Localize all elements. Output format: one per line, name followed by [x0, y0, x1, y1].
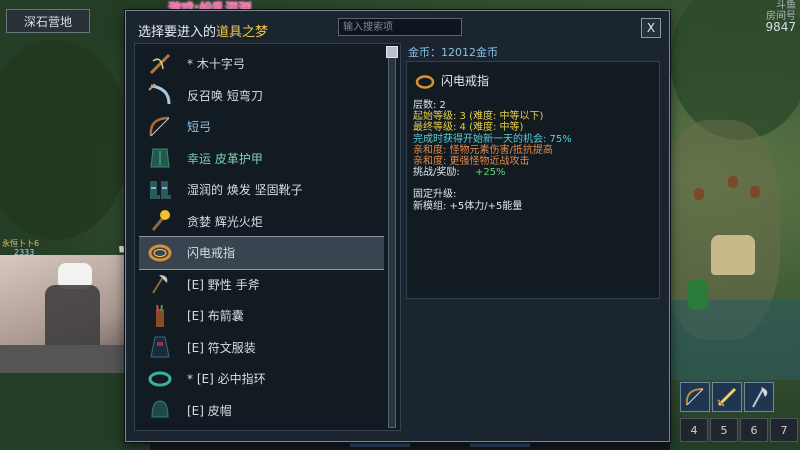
detail-title: 闪电戒指	[441, 74, 490, 88]
detail-line: 最终等级: 4 (难度: 中等)	[413, 122, 524, 134]
pot-icon	[728, 176, 738, 188]
item-label: 贪婪 辉光火炬	[187, 214, 263, 229]
leather-armor-icon	[147, 145, 173, 171]
hotkey-7[interactable]: 7	[770, 418, 798, 442]
item-label: * [E] 必中指环	[187, 372, 266, 387]
rune-cloak-icon	[147, 334, 173, 360]
stats-number: 9847	[765, 20, 796, 34]
dialog-title: 选择要进入的道具之梦	[138, 21, 268, 40]
list-item[interactable]: [E] 皮帽	[139, 395, 384, 427]
list-item[interactable]: * 木十字弓	[139, 48, 384, 80]
list-scrollbar[interactable]	[388, 54, 396, 428]
torch-icon	[147, 208, 173, 234]
sword-icon[interactable]	[712, 382, 742, 412]
crossbow-icon	[147, 51, 173, 77]
item-label: 幸运 皮革护甲	[187, 151, 263, 166]
title-highlight: 道具之梦	[216, 25, 269, 40]
zone-button[interactable]: 深石营地	[6, 9, 90, 33]
item-dream-dialog: 选择要进入的道具之梦 X * 木十字弓 反召唤 短弯刀 短弓	[125, 10, 670, 442]
detail-line: 挑战/奖励: +25%	[413, 167, 572, 178]
ring-icon	[415, 72, 435, 92]
hotkey-4[interactable]: 4	[680, 418, 708, 442]
item-label: 短弓	[187, 120, 212, 135]
pot-icon	[750, 186, 760, 198]
list-item[interactable]: [E] 野性 手斧	[139, 269, 384, 301]
gold-display: 金币：12012金币	[408, 46, 498, 59]
list-item[interactable]: 反召唤 短弯刀	[139, 80, 384, 112]
item-list-panel: * 木十字弓 反召唤 短弯刀 短弓 幸运 皮革护甲 湿润的 焕发 坚固靴子 贪婪…	[134, 43, 401, 431]
hand-axe-icon	[147, 271, 173, 297]
detail-line: 固定升级:	[413, 189, 457, 201]
detail-line: 层数: 2	[413, 100, 446, 111]
item-label: 闪电戒指	[187, 246, 236, 261]
hotbar: 4 5 6 7	[672, 382, 800, 450]
desk	[0, 345, 130, 373]
title-prefix: 选择要进入的	[138, 25, 217, 40]
detail-spacer	[413, 178, 572, 189]
detail-line: 起始等级: 3 (难度: 中等以下)	[413, 111, 544, 123]
detail-line: 新模组: +5体力/+5能量	[413, 200, 523, 212]
list-item[interactable]: * [E] 必中指环	[139, 363, 384, 395]
list-item[interactable]: [E] 布箭囊	[139, 300, 384, 332]
npc-character	[688, 280, 708, 310]
list-item-selected[interactable]: 闪电戒指	[139, 236, 384, 270]
stats-label: 斗鱼	[776, 0, 796, 11]
hotkey-6[interactable]: 6	[740, 418, 768, 442]
item-label: [E] 符文服装	[187, 340, 256, 355]
challenge-bonus: +25%	[474, 167, 506, 179]
list-item[interactable]: [E] 符文服装	[139, 332, 384, 364]
item-label: 湿润的 焕发 坚固靴子	[187, 183, 303, 198]
search-input[interactable]	[338, 18, 462, 36]
scimitar-icon	[147, 82, 173, 108]
item-label: 反召唤 短弯刀	[187, 88, 263, 103]
detail-line: 完成时获得开始新一天的机会: 75%	[413, 133, 572, 145]
bow-icon	[147, 114, 173, 140]
detail-line: 亲和度: 更强怪物近战攻击	[413, 156, 530, 168]
list-item[interactable]: 短弓	[139, 111, 384, 143]
detail-line: 亲和度: 怪物元素伤害/抵抗提高	[413, 144, 553, 156]
item-label: [E] 布箭囊	[187, 309, 244, 324]
item-label: * 木十字弓	[187, 57, 245, 72]
item-detail-panel: 闪电戒指 层数: 2 起始等级: 3 (难度: 中等以下) 最终等级: 4 (难…	[406, 61, 660, 299]
item-label: [E] 皮帽	[187, 403, 232, 418]
quiver-icon	[147, 303, 173, 329]
bow-icon[interactable]	[680, 382, 710, 412]
boots-icon	[147, 177, 173, 203]
axe-icon[interactable]	[744, 382, 774, 412]
pot-icon	[694, 188, 704, 200]
item-list: * 木十字弓 反召唤 短弯刀 短弓 幸运 皮革护甲 湿润的 焕发 坚固靴子 贪婪…	[139, 48, 384, 426]
item-label: [E] 野性 手斧	[187, 277, 260, 292]
list-item[interactable]: 幸运 皮革护甲	[139, 143, 384, 175]
accuracy-ring-icon	[147, 366, 173, 392]
webcam-overlay	[0, 255, 130, 373]
leather-cap-icon	[147, 397, 173, 423]
stream-stats: 斗鱼 房间号 9847	[765, 0, 796, 33]
challenge-label: 挑战/奖励:	[413, 167, 460, 179]
detail-lines: 层数: 2 起始等级: 3 (难度: 中等以下) 最终等级: 4 (难度: 中等…	[413, 100, 572, 212]
water	[670, 300, 800, 380]
hut	[711, 235, 755, 275]
list-item[interactable]: 贪婪 辉光火炬	[139, 206, 384, 238]
close-button[interactable]: X	[641, 18, 661, 38]
scrollbar-thumb[interactable]	[386, 46, 398, 58]
ring-icon	[147, 240, 173, 266]
list-item[interactable]: 湿润的 焕发 坚固靴子	[139, 174, 384, 206]
hotkey-5[interactable]: 5	[710, 418, 738, 442]
